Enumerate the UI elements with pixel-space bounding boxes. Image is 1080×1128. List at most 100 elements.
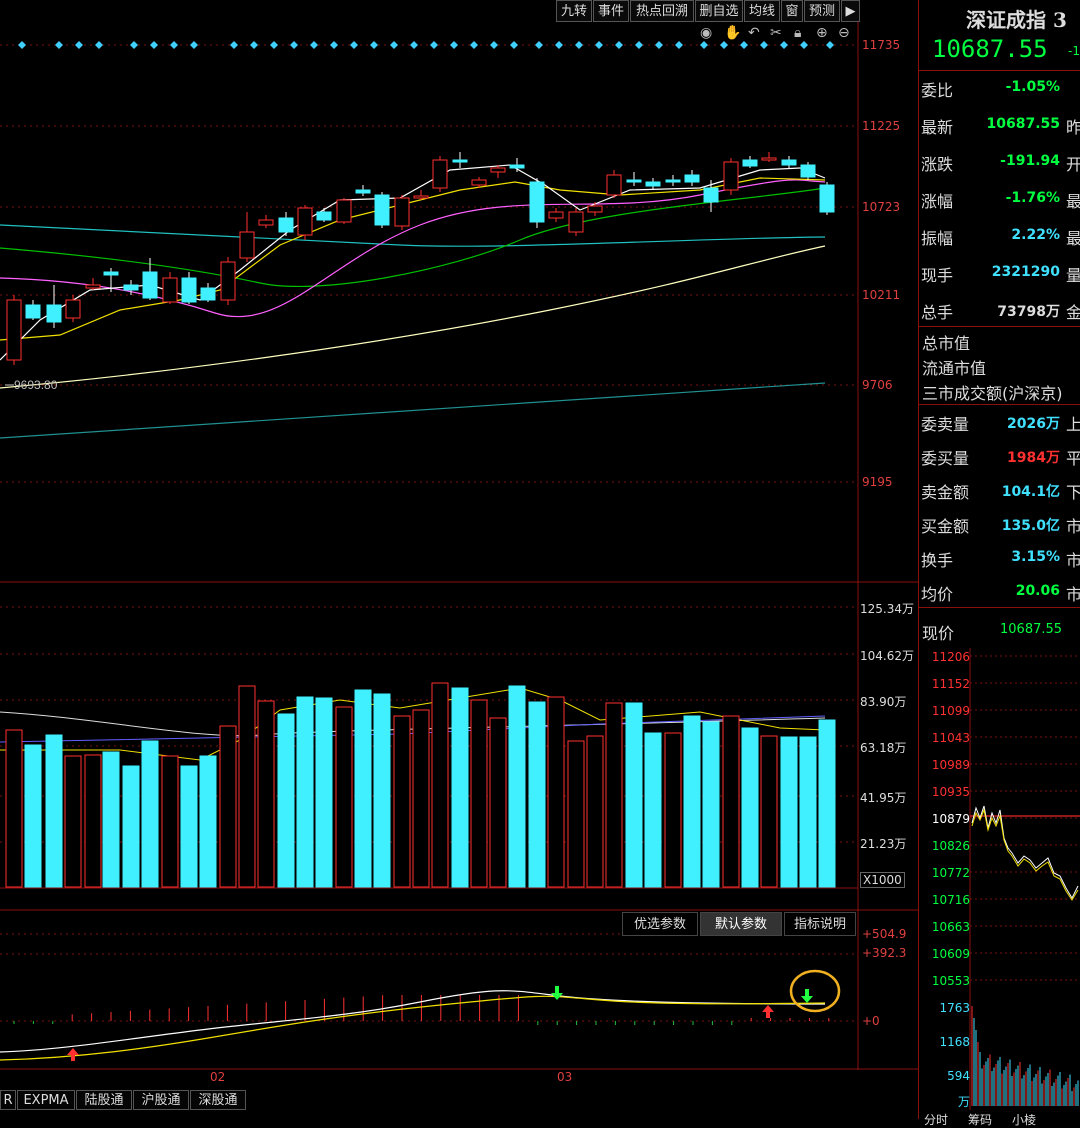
quote-row: 均价 20.06 市 <box>920 574 1080 608</box>
candle-body <box>471 179 487 186</box>
sell-signal-arrow <box>551 986 563 1000</box>
candle-body <box>432 159 448 189</box>
price-tick: 10723 <box>862 200 901 214</box>
event-diamond <box>390 41 398 49</box>
tab-r[interactable]: R <box>0 1090 16 1110</box>
quote-row: 振幅 2.22% 最 <box>920 218 1080 252</box>
candle-body <box>336 199 352 223</box>
divider <box>918 326 1080 327</box>
optimal-params-button[interactable]: 优选参数 <box>622 912 698 936</box>
mini-price-tick: 11152 <box>931 677 970 691</box>
total-market-cap-label: 总市值 <box>922 334 971 353</box>
eye-icon[interactable]: ◉ <box>700 25 712 41</box>
remove-watchlist-button[interactable]: 删自选 <box>695 0 743 22</box>
volume-bar <box>393 715 411 888</box>
current-price-value: 10687.55 <box>1000 622 1063 637</box>
mini-tab-intraday[interactable]: 分时 <box>924 1111 948 1128</box>
event-diamond <box>190 41 198 49</box>
index-title: 深证成指 3 <box>966 8 1067 32</box>
volume-tick: 104.62万 <box>860 649 914 663</box>
candle-body <box>162 277 178 303</box>
volume-bar <box>238 685 256 888</box>
indicator-help-button[interactable]: 指标说明 <box>784 912 856 936</box>
candle-body <box>665 179 681 183</box>
event-diamond <box>510 41 518 49</box>
moving-average-button[interactable]: 均线 <box>744 0 780 22</box>
mini-volume-tick: 1168 <box>939 1035 970 1049</box>
candle-body <box>684 174 700 183</box>
zoom-out-icon[interactable]: ⊖ <box>838 25 850 41</box>
quote-row-value: 2.22% <box>1011 227 1060 243</box>
tab-expma[interactable]: EXPMA <box>17 1090 75 1110</box>
tab-hugutong[interactable]: 沪股通 <box>133 1090 189 1110</box>
candle-body <box>258 219 274 226</box>
sell-signal-arrow <box>801 989 813 1003</box>
quote-row-suffix: 金 <box>1066 303 1080 322</box>
quote-row-suffix: 量 <box>1066 266 1080 285</box>
event-diamond <box>490 41 498 49</box>
mini-price-tick: 10609 <box>931 947 970 961</box>
window-button[interactable]: 窗 <box>781 0 803 22</box>
candle-body <box>490 167 506 173</box>
collapse-panel-icon[interactable]: ▶ <box>841 0 860 22</box>
undo-icon[interactable]: ↶ <box>748 25 760 41</box>
mini-price-tick: 10935 <box>931 785 970 799</box>
quote-row-suffix: 上 <box>1066 415 1080 434</box>
scissors-icon[interactable]: ✂ <box>770 25 782 41</box>
lock-icon[interactable]: 🔒︎ <box>794 25 801 41</box>
default-params-button[interactable]: 默认参数 <box>700 912 782 936</box>
volume-multiplier: X1000 <box>860 872 905 888</box>
forecast-button[interactable]: 预测 <box>804 0 840 22</box>
zoom-in-icon[interactable]: ⊕ <box>816 25 828 41</box>
volume-bar <box>335 706 353 888</box>
quote-row-value: 3.15% <box>1011 549 1060 565</box>
quote-row-label: 涨幅 <box>921 192 954 211</box>
candle-body <box>723 161 739 191</box>
volume-bar <box>683 715 701 888</box>
price-tick: 9195 <box>862 475 893 489</box>
event-diamond <box>675 41 683 49</box>
candle-body <box>200 287 216 301</box>
volume-tick: 41.95万 <box>860 791 907 805</box>
volume-bar <box>45 734 63 888</box>
mini-price-tick: 10989 <box>931 758 970 772</box>
volume-bar <box>605 702 623 888</box>
hand-icon[interactable]: ✋ <box>724 25 741 41</box>
volume-bar <box>818 719 836 888</box>
events-button[interactable]: 事件 <box>593 0 629 22</box>
candle-body <box>452 159 468 163</box>
event-diamond <box>310 41 318 49</box>
event-diamond <box>655 41 663 49</box>
volume-bar <box>180 765 198 888</box>
volume-bar <box>122 765 140 888</box>
volume-bar <box>64 755 82 888</box>
mini-tab-chips[interactable]: 筹码 <box>968 1111 992 1128</box>
quote-row-label: 均价 <box>921 585 954 604</box>
candle-body <box>606 174 622 196</box>
candle-body <box>800 164 816 178</box>
mini-volume-tick: 594 <box>947 1069 970 1083</box>
event-diamond <box>330 41 338 49</box>
mini-price-tick: 10772 <box>931 866 970 880</box>
mini-tab-other[interactable]: 小棱 <box>1012 1111 1036 1128</box>
quote-row-label: 总手 <box>921 303 954 322</box>
event-diamond <box>410 41 418 49</box>
quote-row-value: 104.1亿 <box>1001 484 1060 500</box>
candle-body <box>645 181 661 187</box>
tab-shengutong[interactable]: 深股通 <box>190 1090 246 1110</box>
volume-bar <box>586 735 604 888</box>
hot-review-button[interactable]: 热点回溯 <box>630 0 694 22</box>
volume-bar <box>547 696 565 888</box>
tab-lugutong[interactable]: 陆股通 <box>76 1090 132 1110</box>
nine-turn-button[interactable]: 九转 <box>556 0 592 22</box>
candle-body <box>6 299 22 361</box>
quote-row: 总手 73798万金 <box>920 292 1080 326</box>
event-diamond <box>270 41 278 49</box>
event-diamond <box>230 41 238 49</box>
quote-row-value: 2321290 <box>991 264 1060 280</box>
event-diamond <box>18 41 26 49</box>
event-diamond <box>430 41 438 49</box>
quote-row-suffix: 最 <box>1066 229 1080 248</box>
quote-row: 委卖量 2026万上 <box>920 404 1080 438</box>
quote-row-suffix: 市 <box>1066 517 1080 536</box>
